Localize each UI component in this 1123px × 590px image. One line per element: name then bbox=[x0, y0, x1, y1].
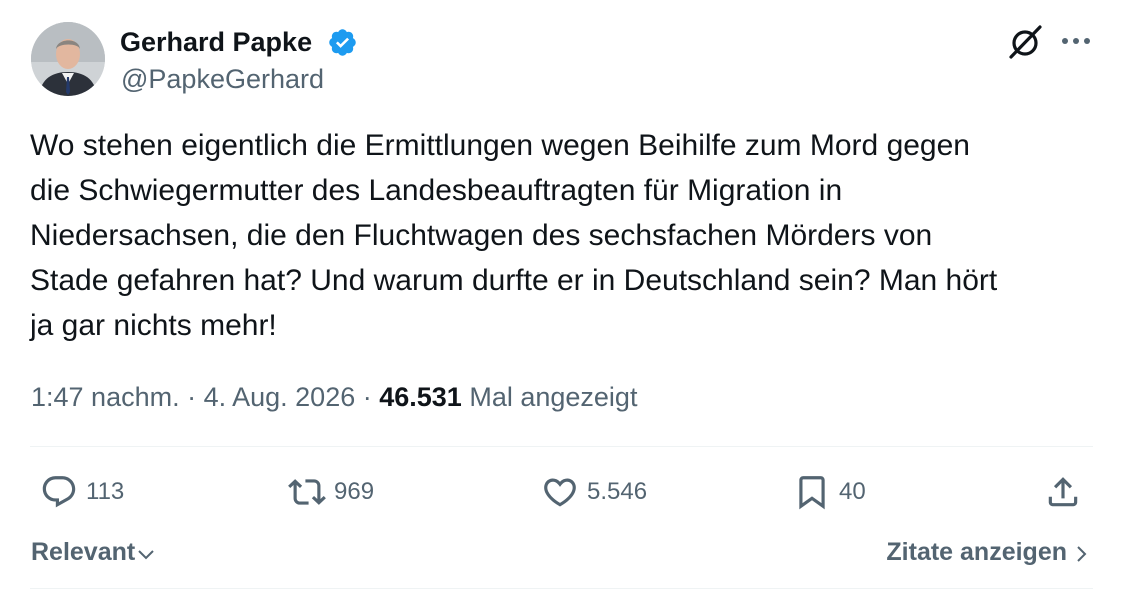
sort-label: Relevant bbox=[31, 538, 136, 566]
share-icon bbox=[1048, 477, 1078, 507]
repost-icon bbox=[288, 479, 326, 505]
more-button[interactable] bbox=[1057, 26, 1095, 56]
author-name[interactable]: Gerhard Papke bbox=[120, 23, 312, 61]
divider bbox=[30, 446, 1093, 447]
tweet-date[interactable]: 4. Aug. 2026 bbox=[204, 382, 356, 412]
like-button[interactable]: 5.546 bbox=[541, 470, 647, 514]
meta-separator: · bbox=[179, 382, 204, 412]
reply-icon bbox=[42, 476, 76, 508]
bookmark-button[interactable]: 40 bbox=[793, 470, 866, 514]
views-count: 46.531 bbox=[379, 382, 462, 412]
avatar[interactable] bbox=[31, 22, 105, 96]
repost-button[interactable]: 969 bbox=[288, 470, 374, 514]
more-icon bbox=[1062, 38, 1090, 44]
view-quotes-link[interactable]: Zitate anzeigen bbox=[886, 535, 1091, 569]
chevron-down-icon bbox=[138, 550, 154, 560]
reply-count: 113 bbox=[86, 478, 125, 505]
chevron-right-icon bbox=[1077, 545, 1087, 562]
views-label: Mal angezeigt bbox=[469, 382, 638, 412]
like-count: 5.546 bbox=[587, 478, 648, 505]
quotes-label: Zitate anzeigen bbox=[886, 538, 1067, 566]
bookmark-icon bbox=[799, 476, 825, 510]
bookmark-count: 40 bbox=[839, 478, 866, 505]
sort-dropdown[interactable]: Relevant bbox=[31, 535, 156, 569]
avatar-photo bbox=[31, 22, 105, 96]
like-icon bbox=[544, 478, 576, 507]
grok-button[interactable] bbox=[1005, 22, 1045, 62]
divider bbox=[30, 588, 1093, 589]
verified-badge-icon bbox=[327, 27, 358, 58]
tweet-meta: 1:47 nachm. · 4. Aug. 2026 · 46.531 Mal … bbox=[31, 378, 637, 416]
repost-count: 969 bbox=[334, 478, 375, 505]
tweet-text: Wo stehen eigentlich die Ermittlungen we… bbox=[30, 129, 998, 342]
reply-button[interactable]: 113 bbox=[40, 470, 124, 514]
meta-separator: · bbox=[355, 382, 380, 412]
share-button[interactable] bbox=[1044, 470, 1082, 514]
tweet-time[interactable]: 1:47 nachm. bbox=[31, 382, 180, 412]
grok-icon bbox=[1009, 25, 1042, 59]
author-handle[interactable]: @PapkeGerhard bbox=[121, 61, 324, 97]
